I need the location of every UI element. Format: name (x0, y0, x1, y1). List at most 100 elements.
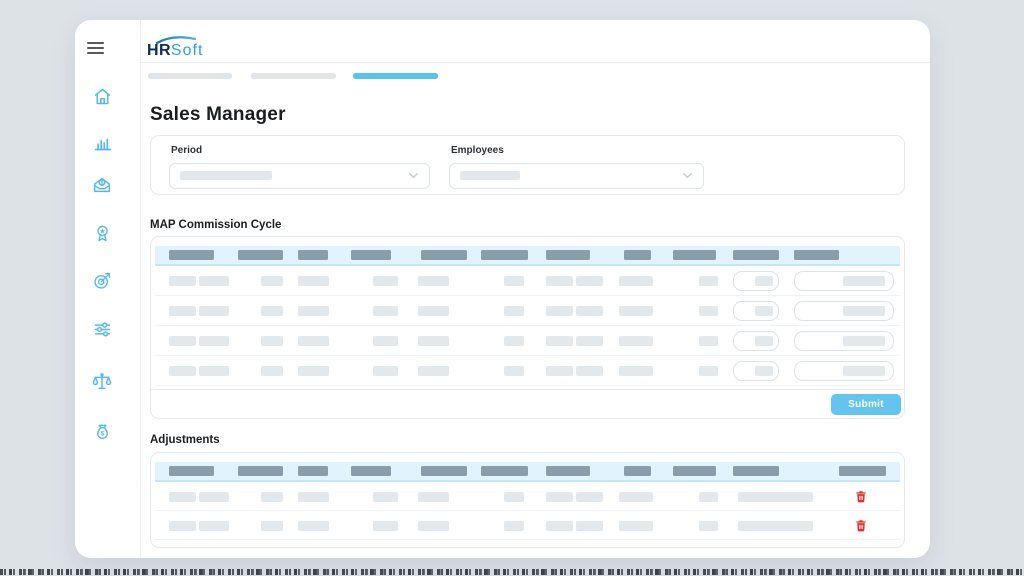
employees-label: Employees (451, 145, 504, 156)
skeleton-bar (699, 336, 718, 346)
filters-panel: Period Employees (150, 135, 905, 195)
skeleton-bar (546, 276, 573, 286)
skeleton-bar (373, 276, 398, 286)
skeleton-bar (373, 366, 398, 376)
skeleton-bar (843, 306, 885, 316)
commission-small-input[interactable] (733, 331, 779, 351)
commission-amount-input[interactable] (794, 331, 894, 351)
skeleton-bar (546, 250, 590, 260)
skeleton-bar (298, 366, 329, 376)
commission-section-title: MAP Commission Cycle (150, 219, 282, 231)
commission-amount-input[interactable] (794, 301, 894, 321)
svg-text:$: $ (100, 430, 104, 437)
sidebar-item-awards[interactable] (85, 216, 119, 250)
skeleton-bar (169, 521, 196, 531)
skeleton-bar (546, 466, 590, 476)
delete-row-button[interactable] (853, 518, 869, 534)
sidebar-item-home[interactable] (85, 79, 119, 113)
skeleton-bar (373, 492, 398, 502)
skeleton-bar (546, 306, 573, 316)
bar-chart-icon (94, 138, 111, 150)
skeleton-bar (169, 492, 196, 502)
trash-icon (856, 520, 866, 532)
award-ribbon-icon (96, 225, 108, 241)
skeleton-bar (481, 466, 528, 476)
brand-hr: HR (147, 42, 171, 59)
skeleton-bar (733, 466, 779, 476)
skeleton-bar (619, 336, 653, 346)
brand-soft: Soft (170, 42, 204, 59)
step-indicator-3-active[interactable] (353, 73, 438, 79)
commission-small-input[interactable] (733, 361, 779, 381)
skeleton-bar (699, 492, 718, 502)
period-select[interactable] (169, 163, 430, 189)
skeleton-bar (839, 466, 886, 476)
skeleton-bar (169, 276, 196, 286)
watermark-strip (0, 569, 1024, 575)
hamburger-menu-icon[interactable] (84, 39, 110, 59)
skeleton-bar (199, 276, 229, 286)
skeleton-bar (261, 336, 283, 346)
skeleton-bar (619, 492, 653, 502)
step-indicator-1[interactable] (148, 73, 232, 79)
sidebar-item-goals[interactable] (85, 263, 119, 297)
skeleton-bar (199, 306, 229, 316)
skeleton-bar (673, 250, 716, 260)
table-header-row (155, 246, 900, 266)
skeleton-bar (504, 492, 524, 502)
header-divider (140, 62, 930, 63)
table-header-row (155, 462, 900, 482)
sliders-icon (94, 321, 110, 337)
step-indicator-2[interactable] (251, 73, 336, 79)
skeleton-bar (794, 250, 839, 260)
employees-select[interactable] (449, 163, 704, 189)
table-footer-divider (151, 389, 904, 390)
skeleton-bar (624, 250, 651, 260)
commission-amount-input[interactable] (794, 271, 894, 291)
skeleton-bar (261, 276, 283, 286)
skeleton-bar (418, 521, 449, 531)
adjustments-section-title: Adjustments (150, 434, 220, 446)
skeleton-bar (546, 366, 573, 376)
table-row (155, 296, 900, 326)
table-row (155, 356, 900, 386)
skeleton-bar (576, 521, 603, 531)
skeleton-bar (755, 366, 773, 376)
sidebar-item-payouts[interactable]: $ (85, 168, 119, 202)
skeleton-bar (624, 466, 651, 476)
skeleton-bar (576, 366, 603, 376)
period-label: Period (171, 145, 203, 156)
submit-button[interactable]: Submit (831, 394, 901, 415)
commission-small-input[interactable] (733, 301, 779, 321)
skeleton-bar (755, 276, 773, 286)
skeleton-bar (481, 250, 528, 260)
skeleton-bar (298, 276, 329, 286)
skeleton-bar (504, 306, 524, 316)
app-window: HRSoft $ $ Sales Manager Period Employee… (75, 20, 930, 558)
skeleton-bar (699, 306, 718, 316)
skeleton-bar (504, 336, 524, 346)
mail-money-icon: $ (93, 177, 111, 193)
money-bag-icon: $ (96, 423, 108, 439)
sidebar-item-compensation[interactable]: $ (85, 415, 119, 449)
skeleton-bar (298, 466, 328, 476)
skeleton-bar (169, 306, 196, 316)
skeleton-bar (298, 250, 328, 260)
sidebar-item-settings[interactable] (85, 312, 119, 346)
skeleton-bar (261, 306, 283, 316)
delete-row-button[interactable] (853, 489, 869, 505)
skeleton-bar (169, 336, 196, 346)
skeleton-bar (619, 366, 653, 376)
skeleton-bar (418, 306, 449, 316)
sidebar-item-balance[interactable] (85, 365, 119, 399)
commission-amount-input[interactable] (794, 361, 894, 381)
skeleton-bar (169, 250, 214, 260)
skeleton-bar (418, 492, 449, 502)
svg-text:$: $ (101, 180, 104, 186)
sidebar-item-reports[interactable] (85, 125, 119, 159)
skeleton-bar (169, 466, 214, 476)
page-title: Sales Manager (150, 104, 286, 125)
adjustments-table (150, 452, 905, 548)
app-logo: HRSoft (147, 34, 203, 60)
commission-small-input[interactable] (733, 271, 779, 291)
